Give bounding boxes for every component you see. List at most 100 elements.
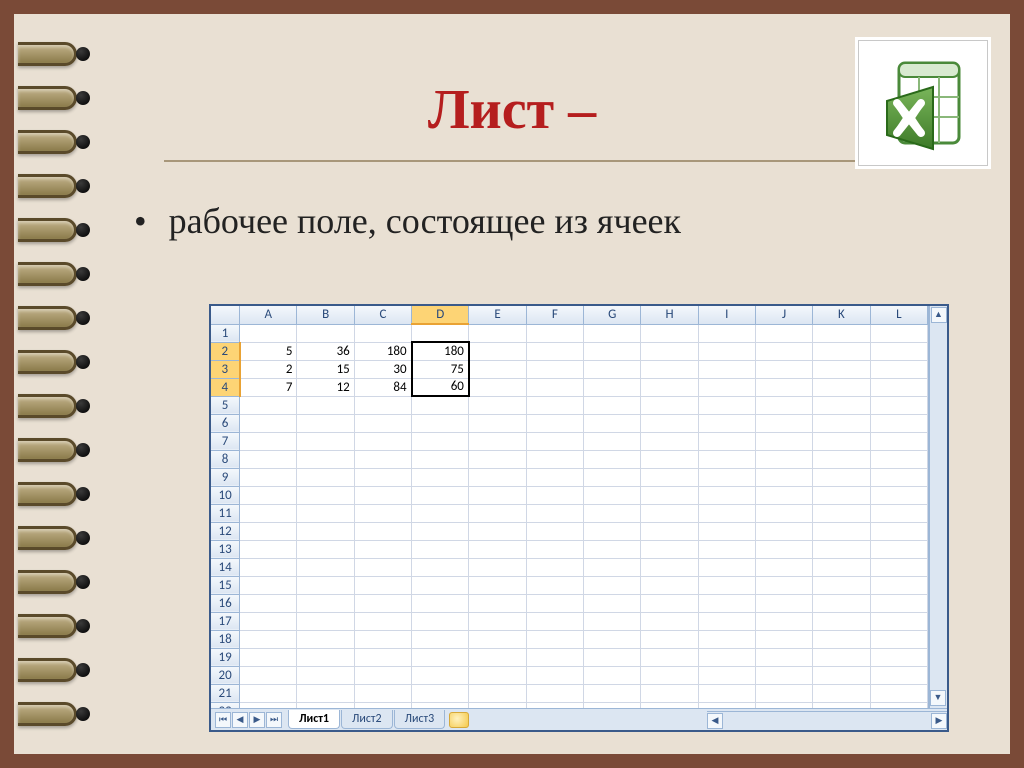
cell[interactable] <box>698 576 755 594</box>
cell[interactable] <box>641 666 698 684</box>
cell[interactable] <box>870 666 927 684</box>
cell[interactable] <box>641 378 698 396</box>
cell[interactable] <box>526 414 583 432</box>
cell[interactable] <box>469 450 526 468</box>
cell[interactable] <box>755 612 812 630</box>
cell[interactable] <box>584 396 641 414</box>
row-header[interactable]: 17 <box>211 612 240 630</box>
cell[interactable] <box>354 486 411 504</box>
cell[interactable] <box>469 522 526 540</box>
cell[interactable] <box>698 378 755 396</box>
cell[interactable] <box>469 558 526 576</box>
row-header[interactable]: 14 <box>211 558 240 576</box>
row-header[interactable]: 16 <box>211 594 240 612</box>
cell[interactable] <box>469 432 526 450</box>
cell[interactable] <box>698 684 755 702</box>
cell[interactable] <box>526 666 583 684</box>
cell[interactable] <box>755 540 812 558</box>
cell[interactable] <box>641 558 698 576</box>
cell[interactable] <box>870 504 927 522</box>
cell[interactable] <box>297 684 354 702</box>
cell[interactable] <box>813 486 870 504</box>
cell[interactable] <box>641 360 698 378</box>
vertical-scrollbar[interactable]: ▲ ▼ <box>929 306 947 708</box>
cell[interactable] <box>469 378 526 396</box>
cell[interactable] <box>240 540 297 558</box>
cell[interactable] <box>240 612 297 630</box>
cell[interactable] <box>813 360 870 378</box>
cell[interactable] <box>755 360 812 378</box>
cell[interactable] <box>584 378 641 396</box>
cell[interactable] <box>354 504 411 522</box>
cell[interactable] <box>870 342 927 360</box>
cell[interactable] <box>354 540 411 558</box>
cell[interactable] <box>813 324 870 342</box>
cell[interactable] <box>870 414 927 432</box>
cell[interactable] <box>698 612 755 630</box>
cell[interactable] <box>813 648 870 666</box>
cell[interactable]: 5 <box>240 342 297 360</box>
cell[interactable] <box>755 342 812 360</box>
cell[interactable] <box>755 630 812 648</box>
cell[interactable] <box>813 540 870 558</box>
cell[interactable] <box>412 324 469 342</box>
cell[interactable] <box>526 432 583 450</box>
tab-nav-next-icon[interactable]: ▶ <box>249 712 265 728</box>
cell[interactable] <box>641 630 698 648</box>
cell[interactable] <box>755 396 812 414</box>
scroll-down-icon[interactable]: ▼ <box>930 690 946 706</box>
cell[interactable] <box>641 612 698 630</box>
cell[interactable] <box>412 630 469 648</box>
row-header[interactable]: 13 <box>211 540 240 558</box>
cell[interactable] <box>584 324 641 342</box>
row-header[interactable]: 6 <box>211 414 240 432</box>
cell[interactable] <box>412 558 469 576</box>
cell[interactable]: 30 <box>354 360 411 378</box>
new-sheet-button[interactable] <box>449 712 469 728</box>
column-header[interactable]: G <box>584 306 641 324</box>
cell[interactable] <box>526 540 583 558</box>
cell[interactable] <box>870 432 927 450</box>
cell[interactable] <box>641 594 698 612</box>
row-header[interactable]: 21 <box>211 684 240 702</box>
tab-nav-first-icon[interactable]: ⏮ <box>215 712 231 728</box>
tab-nav-last-icon[interactable]: ⏭ <box>266 712 282 728</box>
cell[interactable] <box>698 558 755 576</box>
cell[interactable] <box>755 450 812 468</box>
cell[interactable]: 75 <box>412 360 469 378</box>
cell[interactable] <box>240 396 297 414</box>
cell[interactable] <box>870 576 927 594</box>
sheet-tab[interactable]: Лист3 <box>394 710 446 729</box>
cell[interactable] <box>526 486 583 504</box>
cell[interactable] <box>297 576 354 594</box>
cell[interactable] <box>469 324 526 342</box>
cell[interactable] <box>813 522 870 540</box>
row-header[interactable]: 18 <box>211 630 240 648</box>
cell[interactable] <box>813 612 870 630</box>
cell[interactable]: 180 <box>354 342 411 360</box>
cell[interactable] <box>870 450 927 468</box>
cell[interactable] <box>584 504 641 522</box>
cell[interactable] <box>584 540 641 558</box>
cell[interactable] <box>698 540 755 558</box>
cell[interactable] <box>469 648 526 666</box>
cell[interactable] <box>755 648 812 666</box>
cell[interactable] <box>297 648 354 666</box>
cell[interactable] <box>240 684 297 702</box>
cell[interactable] <box>755 486 812 504</box>
cell[interactable] <box>469 612 526 630</box>
cell[interactable] <box>813 576 870 594</box>
cell[interactable] <box>240 666 297 684</box>
cell[interactable] <box>698 486 755 504</box>
cell[interactable]: 36 <box>297 342 354 360</box>
cell[interactable] <box>698 324 755 342</box>
cell[interactable] <box>584 432 641 450</box>
cell[interactable] <box>297 612 354 630</box>
cell[interactable] <box>755 558 812 576</box>
cell[interactable] <box>698 522 755 540</box>
cell[interactable] <box>698 666 755 684</box>
cell[interactable] <box>870 648 927 666</box>
cell[interactable] <box>526 450 583 468</box>
cell[interactable] <box>813 378 870 396</box>
cell[interactable]: 60 <box>412 378 469 396</box>
